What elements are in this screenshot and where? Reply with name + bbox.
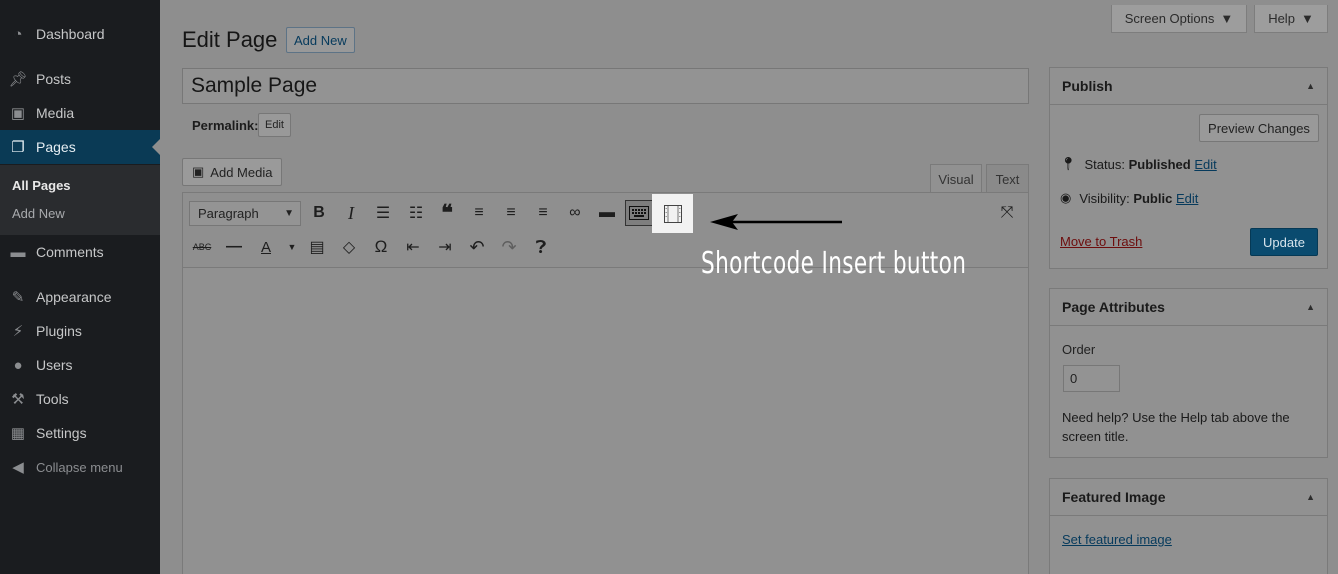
editor-content-area[interactable] <box>182 267 1029 574</box>
collapse-caret-icon: ▲ <box>1306 81 1315 91</box>
collapse-menu-button[interactable]: ◀ Collapse menu <box>0 450 160 484</box>
user-icon: ● <box>13 356 23 374</box>
plugin-icon: ⚡︎ <box>12 323 24 340</box>
add-media-button[interactable]: ▣ Add Media <box>182 158 283 186</box>
toolbar-toggle-icon[interactable] <box>625 200 653 226</box>
preview-changes-button[interactable]: Preview Changes <box>1199 114 1319 142</box>
post-title-input[interactable] <box>182 68 1029 104</box>
sidebar-item-posts[interactable]: 📌︎ Posts <box>0 62 160 96</box>
caret-down-icon[interactable]: ▼ <box>279 234 305 260</box>
read-more-icon[interactable]: ▬ <box>594 200 620 226</box>
collapse-arrow-icon: ◀ <box>12 459 24 476</box>
page-attributes-box: Page Attributes▲ Order Need help? Use th… <box>1049 288 1328 458</box>
sidebar-item-appearance[interactable]: ✎ Appearance <box>0 280 160 314</box>
media-icon: ▣ <box>192 164 205 179</box>
caret-down-icon: ▼ <box>284 208 294 219</box>
permalink-label: Permalink: <box>192 118 259 133</box>
align-center-icon[interactable]: ≡ <box>498 200 524 226</box>
special-character-icon[interactable]: Ω <box>368 234 394 260</box>
bullet-list-icon[interactable]: ☰ <box>370 200 396 226</box>
publish-header[interactable]: Publish ▲ <box>1050 68 1327 105</box>
comment-icon: ▬ <box>10 243 26 261</box>
clear-formatting-icon[interactable]: ◇ <box>336 234 362 260</box>
undo-icon[interactable]: ↶ <box>464 234 490 260</box>
order-input[interactable] <box>1063 365 1120 392</box>
help-button[interactable]: Help ▼ <box>1254 5 1328 33</box>
publish-box: Publish ▲ Preview Changes 📍︎ Status: Publ… <box>1049 67 1328 269</box>
sidebar-item-users[interactable]: ● Users <box>0 348 160 382</box>
submenu-add-new[interactable]: Add New <box>12 206 65 221</box>
fullscreen-icon[interactable]: ⤧ <box>994 200 1020 226</box>
strikethrough-icon[interactable]: ABC <box>189 234 215 260</box>
caret-down-icon: ▼ <box>1220 11 1234 26</box>
wrench-icon: ⚒︎ <box>11 391 25 408</box>
align-left-icon[interactable]: ≡ <box>466 200 492 226</box>
help-text-line1: Need help? Use the Help tab above the <box>1062 410 1290 425</box>
help-icon[interactable]: ❓︎ <box>528 234 554 260</box>
blockquote-icon[interactable]: ❝ <box>434 200 460 226</box>
redo-icon[interactable]: ↷ <box>496 234 522 260</box>
format-select[interactable]: Paragraph ▼ <box>189 201 301 226</box>
featured-image-header[interactable]: Featured Image ▲ <box>1050 479 1327 516</box>
sidebar-item-tools[interactable]: ⚒︎ Tools <box>0 382 160 416</box>
outdent-icon[interactable]: ⇤ <box>400 234 426 260</box>
move-to-trash-link[interactable]: Move to Trash <box>1060 234 1142 249</box>
visibility-row: ◉ Visibility: Public Edit <box>1060 190 1199 206</box>
page-title: Edit Page <box>182 27 278 52</box>
pages-submenu: All Pages Add New <box>0 165 160 235</box>
link-icon[interactable]: ∞ <box>562 200 588 226</box>
indent-icon[interactable]: ⇥ <box>432 234 458 260</box>
shortcode-icon <box>663 204 682 223</box>
order-label: Order <box>1062 342 1096 357</box>
visibility-edit-link[interactable]: Edit <box>1176 191 1198 206</box>
settings-icon: ▦ <box>10 425 26 442</box>
pin-icon: 📌︎ <box>8 71 28 88</box>
sidebar-item-comments[interactable]: ▬ Comments <box>0 235 160 269</box>
sidebar-item-dashboard[interactable]: ◔ Dashboard <box>0 17 160 51</box>
tab-text[interactable]: Text <box>986 164 1029 193</box>
page-attributes-header[interactable]: Page Attributes ▲ <box>1050 289 1327 326</box>
sidebar-item-settings[interactable]: ▦ Settings <box>0 416 160 450</box>
screen-options-button[interactable]: Screen Options ▼ <box>1111 5 1247 33</box>
horizontal-line-icon[interactable]: — <box>221 234 247 260</box>
annotation-label: Shortcode Insert button <box>701 246 967 281</box>
pin-icon: 📍︎ <box>1060 156 1077 171</box>
annotation-arrow <box>710 214 842 230</box>
align-right-icon[interactable]: ≡ <box>530 200 556 226</box>
featured-image-box: Featured Image ▲ Set featured image <box>1049 478 1328 574</box>
dashboard-icon: ◔ <box>13 25 23 43</box>
set-featured-image-link[interactable]: Set featured image <box>1062 532 1172 547</box>
italic-icon[interactable]: I <box>338 200 364 226</box>
sidebar-item-plugins[interactable]: ⚡︎ Plugins <box>0 314 160 348</box>
permalink-edit-button[interactable]: Edit <box>258 113 291 137</box>
shortcode-insert-button[interactable] <box>652 194 693 233</box>
admin-sidebar: ◔ Dashboard 📌︎ Posts ▣ Media ❐ Pages All Pag… <box>0 0 160 574</box>
brush-icon: ✎ <box>11 289 25 306</box>
status-edit-link[interactable]: Edit <box>1194 157 1216 172</box>
help-text-line2: screen title. <box>1062 429 1129 444</box>
collapse-caret-icon: ▲ <box>1306 492 1315 502</box>
update-button[interactable]: Update <box>1250 228 1318 256</box>
media-icon: ▣ <box>10 105 26 122</box>
collapse-caret-icon: ▲ <box>1306 302 1315 312</box>
caret-down-icon: ▼ <box>1300 11 1314 26</box>
status-row: 📍︎ Status: Published Edit <box>1060 156 1217 172</box>
tab-visual[interactable]: Visual <box>930 164 982 193</box>
pages-icon: ❐ <box>11 139 25 156</box>
add-new-button[interactable]: Add New <box>286 27 355 53</box>
sidebar-item-pages[interactable]: ❐ Pages <box>0 130 160 164</box>
eye-icon: ◉ <box>1060 190 1072 205</box>
bold-icon[interactable]: B <box>306 200 332 226</box>
submenu-all-pages[interactable]: All Pages <box>12 178 71 193</box>
paste-text-icon[interactable]: ▤ <box>304 234 330 260</box>
sidebar-item-media[interactable]: ▣ Media <box>0 96 160 130</box>
numbered-list-icon[interactable]: ☷ <box>403 200 429 226</box>
text-color-icon[interactable]: A <box>253 234 279 260</box>
